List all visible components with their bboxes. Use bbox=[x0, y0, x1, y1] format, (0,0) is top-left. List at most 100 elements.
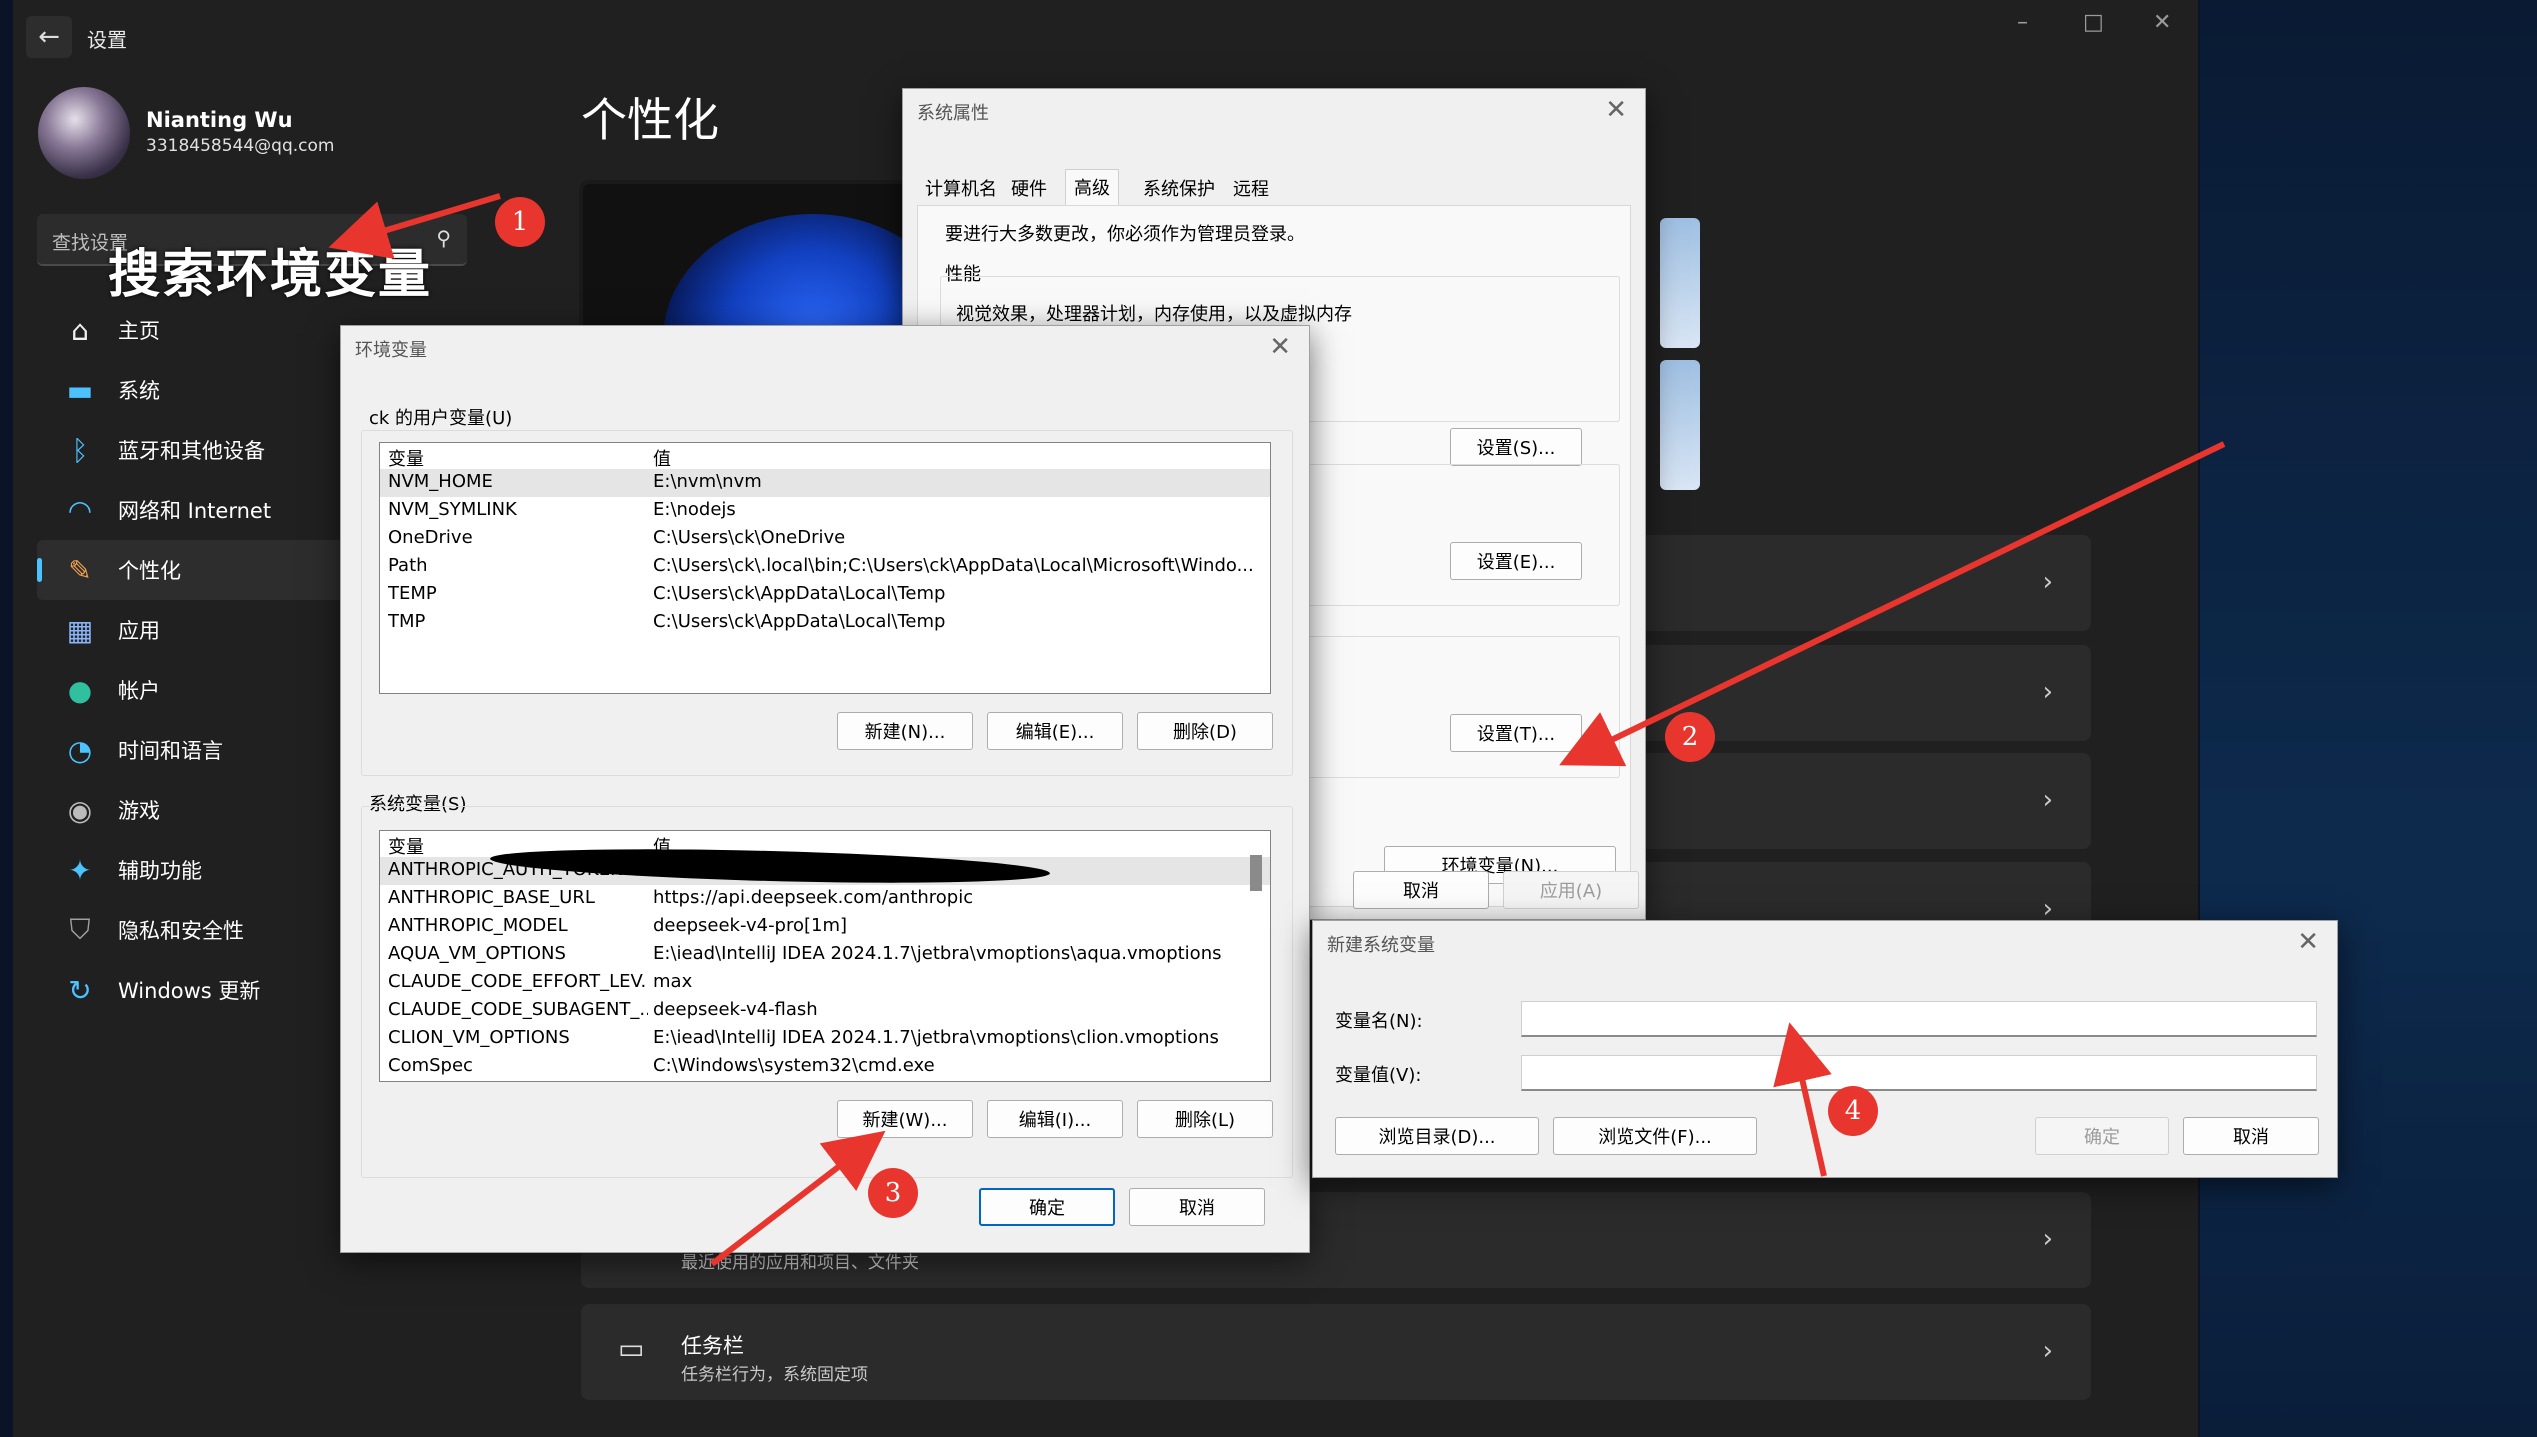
search-icon[interactable]: ⚲ bbox=[436, 226, 451, 250]
dialog-title: 系统属性 bbox=[917, 103, 989, 124]
user-vars-label: ck 的用户变量(U) bbox=[369, 408, 513, 429]
chevron-right-icon: › bbox=[2042, 567, 2053, 597]
ok-button[interactable]: 确定 bbox=[979, 1188, 1115, 1226]
chevron-right-icon: › bbox=[2042, 1336, 2053, 1366]
maximize-button[interactable]: □ bbox=[2083, 10, 2104, 35]
environment-variables-dialog: 环境变量 ✕ ck 的用户变量(U) 变量 值 NVM_HOME E:\nvm\n… bbox=[340, 325, 1310, 1253]
variable-value-input[interactable] bbox=[1521, 1055, 2317, 1091]
variable-name-input[interactable] bbox=[1521, 1001, 2317, 1037]
sidebar-item-label: 时间和语言 bbox=[118, 739, 223, 763]
accessibility-icon: ✦ bbox=[68, 853, 92, 887]
table-row[interactable]: Path C:\Users\ck\.local\bin;C:\Users\ck\A… bbox=[380, 553, 1270, 581]
minimize-button[interactable]: – bbox=[2017, 10, 2028, 35]
system-new-button[interactable]: 新建(W)... bbox=[837, 1100, 973, 1138]
settings-card[interactable]: ▭ 任务栏 任务栏行为，系统固定项 › bbox=[581, 1304, 2091, 1400]
brush-icon: ✎ bbox=[68, 553, 92, 587]
gamepad-icon: ◉ bbox=[67, 793, 93, 827]
theme-thumb[interactable] bbox=[1660, 218, 1700, 348]
apps-icon: ▦ bbox=[66, 613, 94, 647]
sidebar-item-label: 个性化 bbox=[118, 559, 181, 583]
system-delete-button[interactable]: 删除(L) bbox=[1137, 1100, 1273, 1138]
perf-settings-button[interactable]: 设置(S)... bbox=[1450, 428, 1582, 466]
table-row[interactable]: CLION_VM_OPTIONS E:\iead\IntelliJ IDEA 20… bbox=[380, 1025, 1270, 1053]
table-row[interactable]: NVM_HOME E:\nvm\nvm bbox=[380, 469, 1270, 497]
theme-thumb[interactable] bbox=[1660, 360, 1700, 490]
variable-name-cell: ANTHROPIC_MODEL bbox=[388, 915, 568, 936]
table-row[interactable]: ANTHROPIC_BASE_URL https://api.deepseek.c… bbox=[380, 885, 1270, 913]
variable-name-cell: AQUA_VM_OPTIONS bbox=[388, 943, 566, 964]
chevron-right-icon: › bbox=[2042, 785, 2053, 815]
user-new-button[interactable]: 新建(N)... bbox=[837, 712, 973, 750]
apply-button[interactable]: 应用(A) bbox=[1503, 871, 1639, 909]
cancel-button[interactable]: 取消 bbox=[1353, 871, 1489, 909]
sidebar-item-label: 隐私和安全性 bbox=[118, 919, 244, 943]
user-vars-list[interactable]: 变量 值 NVM_HOME E:\nvm\nvm NVM_SYMLINK E:\nod… bbox=[379, 442, 1271, 694]
close-button[interactable]: ✕ bbox=[2153, 10, 2171, 35]
theme-thumbnails[interactable] bbox=[1660, 218, 1700, 498]
ok-button[interactable]: 确定 bbox=[2035, 1117, 2169, 1155]
sidebar-item-label: 应用 bbox=[118, 619, 160, 643]
table-row[interactable]: ComSpec C:\Windows\system32\cmd.exe bbox=[380, 1053, 1270, 1081]
app-title: 设置 bbox=[87, 28, 127, 52]
back-button[interactable]: ← bbox=[26, 16, 72, 58]
close-icon[interactable]: ✕ bbox=[1605, 95, 1627, 125]
variable-name-label: 变量名(N): bbox=[1335, 1011, 1423, 1032]
tab-3[interactable]: 系统保护 bbox=[1135, 171, 1223, 203]
tab-4[interactable]: 远程 bbox=[1225, 171, 1277, 203]
desktop-background bbox=[2200, 0, 2537, 1437]
user-edit-button[interactable]: 编辑(E)... bbox=[987, 712, 1123, 750]
table-row[interactable]: ANTHROPIC_MODEL deepseek-v4-pro[1m] bbox=[380, 913, 1270, 941]
user-name: Nianting Wu bbox=[146, 108, 293, 132]
user-delete-button[interactable]: 删除(D) bbox=[1137, 712, 1273, 750]
close-icon[interactable]: ✕ bbox=[1269, 332, 1291, 362]
tab-0[interactable]: 计算机名 bbox=[917, 171, 1005, 203]
table-row[interactable]: NVM_SYMLINK E:\nodejs bbox=[380, 497, 1270, 525]
admin-note: 要进行大多数更改，你必须作为管理员登录。 bbox=[945, 224, 1305, 245]
person-icon: ● bbox=[67, 673, 93, 707]
table-row[interactable]: TMP C:\Users\ck\AppData\Local\Temp bbox=[380, 609, 1270, 637]
sidebar-item-label: Windows 更新 bbox=[118, 979, 261, 1003]
table-row[interactable]: CLAUDE_CODE_EFFORT_LEV... max bbox=[380, 969, 1270, 997]
system-edit-button[interactable]: 编辑(I)... bbox=[987, 1100, 1123, 1138]
variable-name-cell: ANTHROPIC_BASE_URL bbox=[388, 887, 595, 908]
variable-name-cell: TMP bbox=[388, 611, 426, 632]
variable-value-cell: C:\Users\ck\OneDrive bbox=[653, 527, 846, 548]
close-icon[interactable]: ✕ bbox=[2297, 927, 2319, 957]
column-header-value[interactable]: 值 bbox=[653, 445, 1270, 471]
avatar[interactable] bbox=[38, 87, 130, 179]
chevron-right-icon: › bbox=[2042, 1224, 2053, 1254]
arrow-left-icon: ← bbox=[38, 22, 60, 52]
user-email: 3318458544@qq.com bbox=[146, 136, 335, 156]
scrollbar-thumb[interactable] bbox=[1250, 855, 1262, 891]
sidebar-item-label: 系统 bbox=[118, 379, 160, 403]
variable-value-cell: deepseek-v4-flash bbox=[653, 999, 818, 1020]
sidebar-item-label: 辅助功能 bbox=[118, 859, 202, 883]
cancel-button[interactable]: 取消 bbox=[1129, 1188, 1265, 1226]
profile-settings-button[interactable]: 设置(E)... bbox=[1450, 542, 1582, 580]
dialog-title: 环境变量 bbox=[355, 340, 427, 361]
tab-2[interactable]: 高级 bbox=[1065, 169, 1119, 205]
variable-value-cell: E:\nvm\nvm bbox=[653, 471, 762, 492]
column-header-variable[interactable]: 变量 bbox=[388, 445, 648, 471]
browse-directory-button[interactable]: 浏览目录(D)... bbox=[1335, 1117, 1539, 1155]
step-marker-3: 3 bbox=[868, 1168, 918, 1218]
list-header: 变量 值 bbox=[380, 443, 1270, 471]
startup-settings-button[interactable]: 设置(T)... bbox=[1450, 714, 1582, 752]
variable-value-cell: E:\iead\IntelliJ IDEA 2024.1.7\jetbra\vm… bbox=[653, 1027, 1219, 1048]
table-row[interactable]: TEMP C:\Users\ck\AppData\Local\Temp bbox=[380, 581, 1270, 609]
cancel-button[interactable]: 取消 bbox=[2183, 1117, 2319, 1155]
taskbar-icon: ▭ bbox=[618, 1332, 645, 1365]
table-row[interactable]: OneDrive C:\Users\ck\OneDrive bbox=[380, 525, 1270, 553]
system-vars-list[interactable]: 变量 值 ANTHROPIC_AUTH_TOKEN ANTHROPIC_BASE_… bbox=[379, 830, 1271, 1082]
globe-clock-icon: ◔ bbox=[67, 733, 93, 767]
variable-name-cell: Path bbox=[388, 555, 428, 576]
new-system-variable-dialog: 新建系统变量 ✕ 变量名(N): 变量值(V): 浏览目录(D)... 浏览文件… bbox=[1312, 920, 2338, 1178]
tab-1[interactable]: 硬件 bbox=[1003, 171, 1055, 203]
variable-value-cell: https://api.deepseek.com/anthropic bbox=[653, 887, 974, 908]
browse-file-button[interactable]: 浏览文件(F)... bbox=[1553, 1117, 1757, 1155]
card-title: 任务栏 bbox=[681, 1334, 744, 1358]
table-row[interactable]: AQUA_VM_OPTIONS E:\iead\IntelliJ IDEA 202… bbox=[380, 941, 1270, 969]
sidebar-item-label: 游戏 bbox=[118, 799, 160, 823]
variable-value-cell: C:\Users\ck\AppData\Local\Temp bbox=[653, 583, 946, 604]
table-row[interactable]: CLAUDE_CODE_SUBAGENT_... deepseek-v4-flas… bbox=[380, 997, 1270, 1025]
